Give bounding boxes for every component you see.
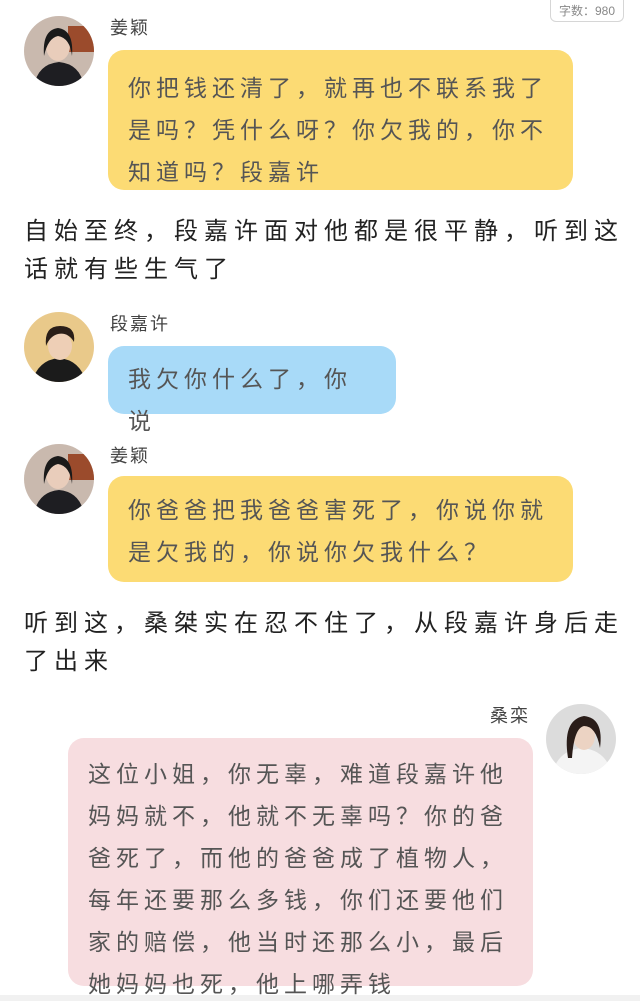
avatar[interactable] xyxy=(24,312,94,382)
message-bubble: 这位小姐，你无辜，难道段嘉许他妈妈就不，他就不无辜吗？你的爸爸死了，而他的爸爸成… xyxy=(68,738,533,998)
horizontal-scrollbar[interactable] xyxy=(0,995,640,1001)
speaker-name: 段嘉许 xyxy=(110,314,170,335)
message-bubble: 你爸爸把我爸爸害死了，你说你就是欠我的，你说你欠我什么？ xyxy=(108,476,573,582)
message-bubble: 你把钱还清了，就再也不联系我了是吗？凭什么呀？你欠我的，你不知道吗？段嘉许 xyxy=(108,50,573,190)
speaker-name: 桑栾 xyxy=(490,706,530,727)
word-count-badge: 字数：980 xyxy=(549,0,624,22)
avatar[interactable] xyxy=(24,444,94,514)
speaker-name: 姜颖 xyxy=(110,446,150,467)
avatar[interactable] xyxy=(546,704,616,774)
narration-text: 听到这，桑桀实在忍不住了，从段嘉许身后走了出来 xyxy=(24,609,624,675)
narration-text: 自始至终，段嘉许面对他都是很平静，听到这话就有些生气了 xyxy=(24,217,624,283)
speaker-name: 姜颖 xyxy=(110,18,150,39)
avatar[interactable] xyxy=(24,16,94,86)
message-bubble: 我欠你什么了，你说 xyxy=(108,346,396,435)
